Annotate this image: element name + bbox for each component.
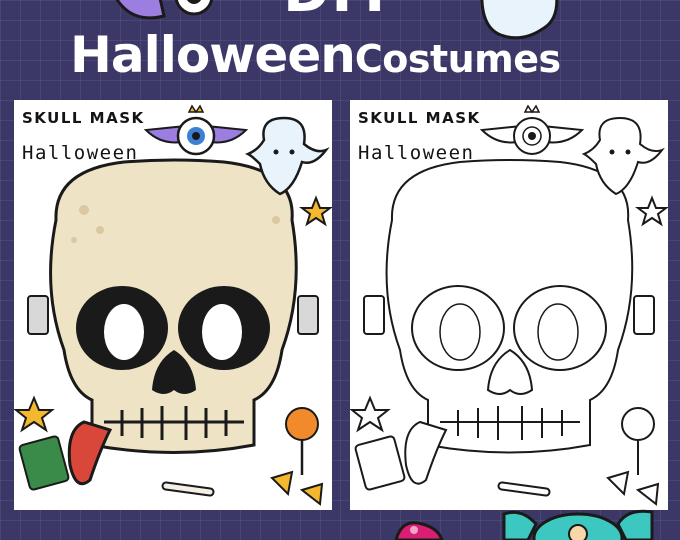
header: DIY HalloweenCostumes xyxy=(0,0,680,100)
candy-teal-icon xyxy=(502,509,654,540)
title-sub: Costumes xyxy=(354,37,561,81)
sheet-label: SKULL MASK xyxy=(22,109,145,127)
candy-magenta-icon xyxy=(394,521,444,540)
diy-heading: DIY xyxy=(0,0,680,25)
sheet-label: SKULL MASK xyxy=(358,109,481,127)
title-main: Halloween xyxy=(70,26,356,84)
skull-mask-sheet-colored: SKULL MASK Halloween xyxy=(14,100,332,510)
sheet-subtitle: Halloween xyxy=(358,142,475,164)
page-title: HalloweenCostumes xyxy=(70,26,561,84)
skull-mask-sheet-outline: SKULL MASK Halloween xyxy=(350,100,668,510)
sheet-subtitle: Halloween xyxy=(22,142,139,164)
